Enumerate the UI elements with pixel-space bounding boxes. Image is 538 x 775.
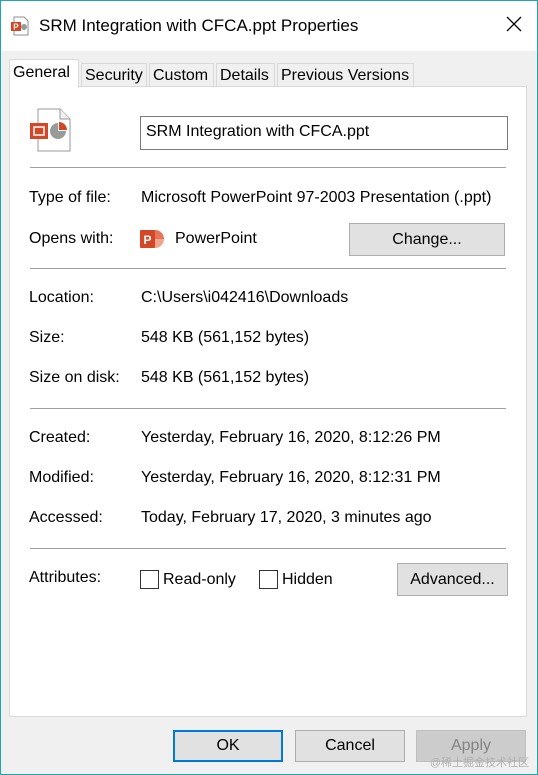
- watermark: @稀土掘金技术社区: [429, 757, 529, 769]
- opens-with-value: PowerPoint: [175, 230, 257, 247]
- size-on-disk-value: 548 KB (561,152 bytes): [141, 369, 310, 386]
- readonly-label[interactable]: Read-only: [163, 570, 236, 590]
- svg-text:P: P: [144, 233, 152, 247]
- ok-button[interactable]: OK: [173, 730, 283, 762]
- tab-label: Security: [85, 67, 143, 84]
- tab-label: General: [13, 64, 70, 81]
- modified-value: Yesterday, February 16, 2020, 8:12:31 PM: [141, 469, 441, 486]
- change-button[interactable]: Change...: [349, 223, 505, 256]
- type-of-file-value: Microsoft PowerPoint 97-2003 Presentatio…: [141, 189, 492, 206]
- window-title: SRM Integration with CFCA.ppt Properties: [39, 16, 359, 35]
- accessed-label: Accessed:: [29, 509, 103, 526]
- tab-label: Details: [220, 67, 269, 84]
- attributes-label: Attributes:: [29, 569, 102, 586]
- divider: [30, 167, 506, 168]
- location-value: C:\Users\i042416\Downloads: [141, 289, 349, 306]
- general-panel: SRM Integration with CFCA.ppt Type of fi…: [9, 86, 527, 717]
- created-value: Yesterday, February 16, 2020, 8:12:26 PM: [141, 429, 441, 446]
- tab-details[interactable]: Details: [216, 63, 275, 87]
- tab-custom[interactable]: Custom: [149, 63, 214, 87]
- size-label: Size:: [29, 329, 65, 346]
- svg-text:P: P: [13, 23, 19, 32]
- tab-label: Custom: [153, 67, 209, 84]
- close-button[interactable]: [491, 1, 537, 51]
- title-bar[interactable]: P SRM Integration with CFCA.ppt Properti…: [1, 1, 537, 51]
- size-value: 548 KB (561,152 bytes): [141, 329, 310, 346]
- ppt-document-icon: [28, 107, 72, 153]
- tab-label: Previous Versions: [281, 67, 410, 84]
- cancel-button[interactable]: Cancel: [295, 730, 405, 762]
- location-label: Location:: [29, 289, 94, 306]
- divider: [30, 408, 506, 409]
- hidden-checkbox[interactable]: [259, 570, 278, 589]
- powerpoint-app-icon: P: [139, 226, 165, 252]
- size-on-disk-label: Size on disk:: [29, 369, 120, 386]
- readonly-checkbox[interactable]: [140, 570, 159, 589]
- tab-general[interactable]: General: [9, 59, 79, 88]
- opens-with-label: Opens with:: [29, 230, 114, 247]
- created-label: Created:: [29, 429, 91, 446]
- divider: [30, 268, 506, 269]
- hidden-label[interactable]: Hidden: [282, 570, 333, 590]
- ppt-file-icon: P: [9, 15, 31, 37]
- type-of-file-label: Type of file:: [29, 189, 111, 206]
- tab-previous-versions[interactable]: Previous Versions: [277, 63, 414, 87]
- tab-security[interactable]: Security: [81, 63, 147, 87]
- accessed-value: Today, February 17, 2020, 3 minutes ago: [141, 509, 432, 526]
- properties-dialog: P SRM Integration with CFCA.ppt Properti…: [0, 0, 538, 775]
- divider: [30, 548, 506, 549]
- advanced-button[interactable]: Advanced...: [397, 563, 508, 596]
- modified-label: Modified:: [29, 469, 94, 486]
- file-name-input[interactable]: SRM Integration with CFCA.ppt: [140, 116, 508, 150]
- close-icon: [506, 16, 522, 37]
